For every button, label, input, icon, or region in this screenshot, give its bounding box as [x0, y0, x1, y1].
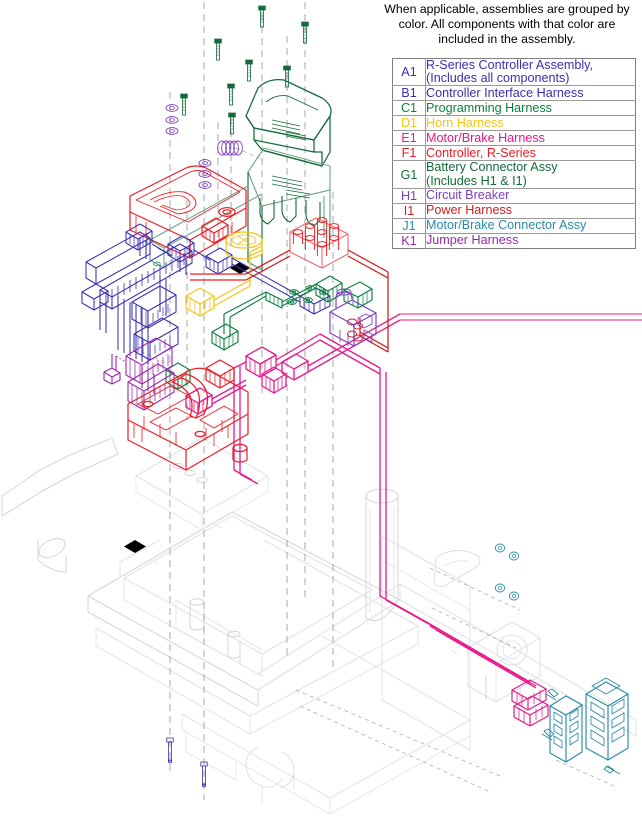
motor-brake-harness: [185, 313, 642, 689]
legend-code-j1: J1: [392, 218, 426, 234]
legend-code-g1: G1: [392, 160, 426, 189]
legend-label-g1-line2: (Includes H1 & I1): [426, 173, 527, 188]
legend-label-e1: Motor/Brake Harness: [426, 130, 545, 145]
legend-label-b1: Controller Interface Harness: [426, 85, 584, 100]
legend-label-f1: Controller, R-Series: [426, 145, 536, 160]
legend-label-j1: Motor/Brake Connector Assy: [426, 218, 587, 233]
legend-header-note: When applicable, assemblies are grouped …: [384, 2, 630, 47]
legend-row-j1[interactable]: J1 Motor/Brake Connector Assy: [392, 218, 636, 234]
legend-row-g1[interactable]: G1 Battery Connector Assy (Includes H1 &…: [392, 160, 636, 189]
legend-label-a1: R-Series Controller Assembly, (Includes …: [426, 58, 636, 86]
legend-label-i1: Power Harness: [426, 203, 513, 218]
legend-label-d1: Horn Harness: [426, 115, 504, 130]
legend-label-h1: Circuit Breaker: [426, 188, 510, 203]
legend-row-e1[interactable]: E1 Motor/Brake Harness: [392, 130, 636, 146]
motor-brake-cable-lugs: [511, 679, 549, 727]
motor-brake-connector-assy: [494, 543, 629, 775]
legend-code-b1: B1: [392, 85, 426, 101]
chassis-frame: [1, 437, 637, 815]
legend-row-k1[interactable]: K1 Jumper Harness: [392, 233, 636, 249]
legend-row-i1[interactable]: I1 Power Harness: [392, 203, 636, 219]
legend-code-i1: I1: [392, 203, 426, 219]
legend-row-b1[interactable]: B1 Controller Interface Harness: [392, 85, 636, 101]
legend-code-c1: C1: [392, 100, 426, 116]
legend-row-c1[interactable]: C1 Programming Harness: [392, 100, 636, 116]
legend-label-a1-line2: (Includes all components): [426, 71, 570, 86]
legend-label-k1: Jumper Harness: [426, 233, 519, 248]
controller-shroud-cover: [245, 79, 332, 167]
legend-code-d1: D1: [392, 115, 426, 131]
legend-code-a1: A1: [392, 58, 426, 86]
spring-coil: [217, 140, 243, 156]
legend-label-g1-line1: Battery Connector Assy: [426, 160, 558, 175]
legend-code-e1: E1: [392, 130, 426, 146]
legend-label-c1: Programming Harness: [426, 100, 552, 115]
legend-label-g1: Battery Connector Assy (Includes H1 & I1…: [426, 161, 636, 188]
chassis-mounting-bolts: [166, 737, 208, 788]
battery-connector-assy: [289, 217, 349, 269]
component-legend-table: A1 R-Series Controller Assembly, (Includ…: [392, 58, 636, 249]
legend-code-k1: K1: [392, 233, 426, 249]
controller-r-series-body: [127, 359, 249, 471]
shroud-mounting-screws: [180, 5, 309, 135]
legend-row-a1[interactable]: A1 R-Series Controller Assembly, (Includ…: [392, 58, 636, 86]
legend-code-f1: F1: [392, 145, 426, 161]
legend-code-h1: H1: [392, 188, 426, 204]
legend-row-f1[interactable]: F1 Controller, R-Series: [392, 145, 636, 161]
legend-row-h1[interactable]: H1 Circuit Breaker: [392, 188, 636, 204]
legend-row-d1[interactable]: D1 Horn Harness: [392, 115, 636, 131]
battery-connector-hardware: [287, 285, 329, 305]
jumper-harness: [103, 337, 175, 411]
